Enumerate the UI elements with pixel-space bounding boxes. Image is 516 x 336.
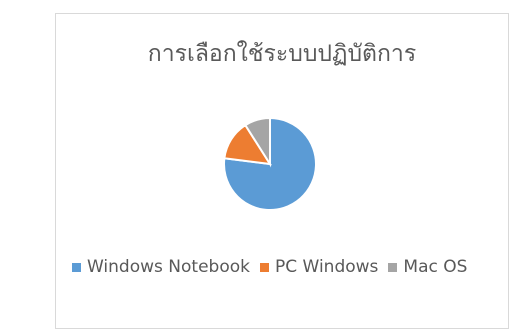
legend-label: Mac OS	[403, 257, 468, 277]
legend-swatch	[72, 262, 81, 272]
chart-frame: การเลือกใช้ระบบปฏิบัติการ Windows Notebo…	[55, 13, 509, 329]
legend-label: PC Windows	[274, 257, 379, 277]
legend-label: Windows Notebook	[87, 257, 250, 277]
legend-swatch	[259, 262, 269, 272]
legend: Windows Notebook PC Windows Mac OS	[72, 252, 502, 282]
legend-item-windows-notebook: Windows Notebook	[72, 252, 250, 282]
legend-item-mac-os: Mac OS	[388, 252, 467, 282]
legend-swatch	[388, 262, 398, 272]
legend-item-pc-windows: PC Windows	[259, 252, 379, 282]
